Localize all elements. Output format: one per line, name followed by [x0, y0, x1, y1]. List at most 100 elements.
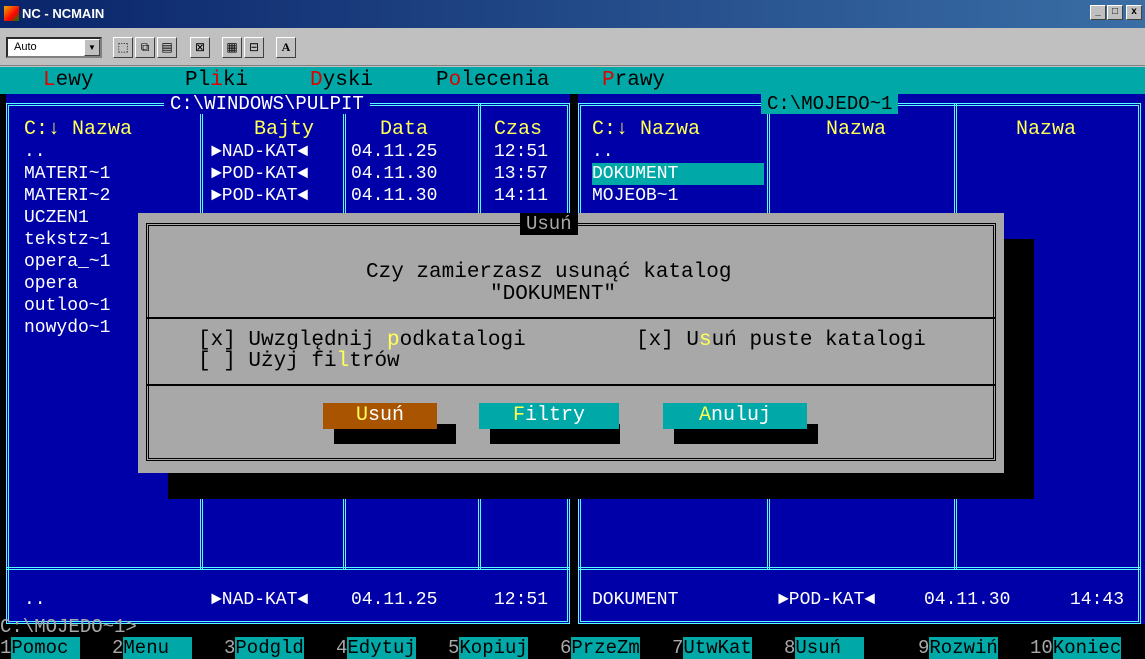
left-row-date: 04.11.30 — [351, 186, 438, 206]
font-button[interactable]: A — [276, 37, 296, 58]
right-status-date: 04.11.30 — [924, 590, 1011, 610]
fkey-number: 1 — [0, 637, 12, 659]
menu-prawy[interactable]: Prawy — [602, 67, 665, 94]
maximize-button[interactable]: □ — [1107, 5, 1123, 20]
minimize-button[interactable]: _ — [1090, 5, 1106, 20]
left-row-time: 13:57 — [494, 164, 549, 184]
left-row-name[interactable]: tekstz~1 — [24, 229, 110, 251]
left-row-name[interactable]: MATERI~2 — [24, 185, 110, 207]
filtry-button[interactable]: Filtry — [479, 403, 619, 429]
fkey-6[interactable]: 6PrzeZm — [560, 637, 640, 659]
left-panel-path: C:\WINDOWS\PULPIT — [164, 94, 370, 114]
left-status-time: 12:51 — [494, 590, 549, 610]
menu-polecenia[interactable]: Polecenia — [436, 67, 549, 94]
checkbox-checked[interactable]: [x] — [636, 329, 674, 352]
checkbox-unchecked[interactable]: [ ] — [198, 350, 236, 373]
fkey-8[interactable]: 8Usuń — [784, 637, 864, 659]
dialog-shadow-right — [1004, 239, 1034, 499]
option-use-filters[interactable]: [ ] Użyj filtrów — [198, 350, 400, 374]
fkey-number: 9 — [918, 637, 930, 659]
menu-lewy-hot: L — [43, 69, 56, 92]
left-header-date[interactable]: Data — [380, 119, 428, 141]
fkey-1[interactable]: 1Pomoc — [0, 637, 80, 659]
anuluj-button[interactable]: Anuluj — [663, 403, 807, 429]
option-label-rest: trów — [349, 350, 400, 373]
fkey-3[interactable]: 3Podgld — [224, 637, 304, 659]
option-delete-empty[interactable]: [x] Usuń puste katalogi — [636, 329, 926, 353]
left-header-time[interactable]: Czas — [494, 119, 542, 141]
left-row-name[interactable]: nowydo~1 — [24, 317, 110, 339]
usun-hotkey: U — [355, 404, 368, 427]
fkey-label: Rozwiń — [929, 637, 998, 659]
chevron-down-icon[interactable]: ▼ — [84, 39, 100, 56]
fkey-10[interactable]: 10Koniec — [1030, 637, 1122, 659]
fkey-5[interactable]: 5Kopiuj — [448, 637, 528, 659]
option-label-rest: odkatalogi — [399, 329, 526, 352]
left-row-name[interactable]: UCZEN1 — [24, 207, 89, 229]
fkey-label: Kopiuj — [459, 637, 528, 659]
fkey-2[interactable]: 2Menu — [112, 637, 192, 659]
left-row-name[interactable]: outloo~1 — [24, 295, 110, 317]
checkbox-checked[interactable]: [x] — [198, 329, 236, 352]
menu-dyski-hot: D — [310, 69, 323, 92]
window-title: NC - NCMAIN — [22, 6, 105, 21]
left-row-time: 12:51 — [494, 142, 549, 162]
menu-pliki-hot: i — [210, 69, 223, 92]
function-key-bar: 1Pomoc 2Menu 3Podgld 4Edytuj 5Kopiuj 6Pr… — [0, 637, 1145, 659]
right-header-name-3[interactable]: Nazwa — [1016, 119, 1076, 141]
anuluj-label: nuluj — [711, 404, 772, 427]
font-size-select[interactable]: Auto ▼ — [6, 37, 102, 58]
mark-icon[interactable]: ⬚ — [113, 37, 133, 58]
fkey-number: 5 — [448, 637, 460, 659]
usun-button[interactable]: Usuń — [323, 403, 437, 429]
option-hotkey: l — [336, 350, 350, 373]
option-label: U — [686, 329, 700, 352]
fkey-9[interactable]: 9Rozwiń — [918, 637, 998, 659]
filtry-label: iltry — [525, 404, 586, 427]
fkey-number: 6 — [560, 637, 572, 659]
dialog-title: Usuń — [520, 213, 578, 235]
left-header-size[interactable]: Bajty — [254, 119, 314, 141]
menu-lewy-rest: ewy — [55, 69, 94, 92]
right-header-name-2[interactable]: Nazwa — [826, 119, 886, 141]
fkey-label: Edytuj — [347, 637, 416, 659]
fkey-7[interactable]: 7UtwKat — [672, 637, 752, 659]
copy-icon[interactable]: ⧉ — [135, 37, 155, 58]
app-icon — [4, 6, 19, 21]
anuluj-hotkey: A — [698, 404, 711, 427]
left-header-name[interactable]: C:↓ Nazwa — [24, 119, 132, 141]
left-row-name[interactable]: opera_~1 — [24, 251, 110, 273]
fkey-label: Pomoc — [11, 637, 80, 659]
background-icon[interactable]: ⊟ — [244, 37, 264, 58]
right-row-name[interactable]: .. — [592, 141, 614, 163]
title-bar[interactable]: NC - NCMAIN _ □ x — [0, 0, 1145, 28]
right-row-selected[interactable]: DOKUMENT — [592, 163, 764, 185]
left-status-name: .. — [24, 590, 46, 610]
font-size-value: Auto — [14, 41, 37, 53]
fullscreen-icon[interactable]: ⊠ — [190, 37, 210, 58]
dos-screen: Lewy Pliki Dyski Polecenia Prawy C:\WIND… — [0, 67, 1145, 659]
left-row-name[interactable]: MATERI~1 — [24, 163, 110, 185]
right-status-separator — [578, 567, 1141, 570]
right-header-name-1[interactable]: C:↓ Nazwa — [592, 119, 700, 141]
paste-icon[interactable]: ▤ — [157, 37, 177, 58]
left-status-date: 04.11.25 — [351, 590, 438, 610]
menu-dyski[interactable]: Dyski — [310, 67, 373, 94]
left-row-name[interactable]: opera — [24, 273, 78, 295]
left-row-date: 04.11.25 — [351, 142, 438, 162]
fkey-number: 2 — [112, 637, 124, 659]
right-status-size: ►POD-KAT◄ — [778, 590, 876, 610]
command-line[interactable]: C:\MOJEDO~1> — [0, 616, 137, 638]
close-button[interactable]: x — [1126, 5, 1142, 20]
left-row-size: ►POD-KAT◄ — [211, 186, 309, 206]
dialog-separator-bottom — [146, 384, 996, 386]
right-row-name[interactable]: MOJEOB~1 — [592, 185, 678, 207]
properties-icon[interactable]: ▦ — [222, 37, 242, 58]
left-row-name[interactable]: .. — [24, 141, 46, 163]
menu-lewy[interactable]: Lewy — [43, 67, 93, 94]
left-row-time: 14:11 — [494, 186, 549, 206]
menu-pliki[interactable]: Pliki — [185, 67, 248, 94]
delete-dialog: Usuń Czy zamierzasz usunąć katalog "DOKU… — [138, 213, 1004, 473]
fkey-number: 7 — [672, 637, 684, 659]
fkey-4[interactable]: 4Edytuj — [336, 637, 416, 659]
